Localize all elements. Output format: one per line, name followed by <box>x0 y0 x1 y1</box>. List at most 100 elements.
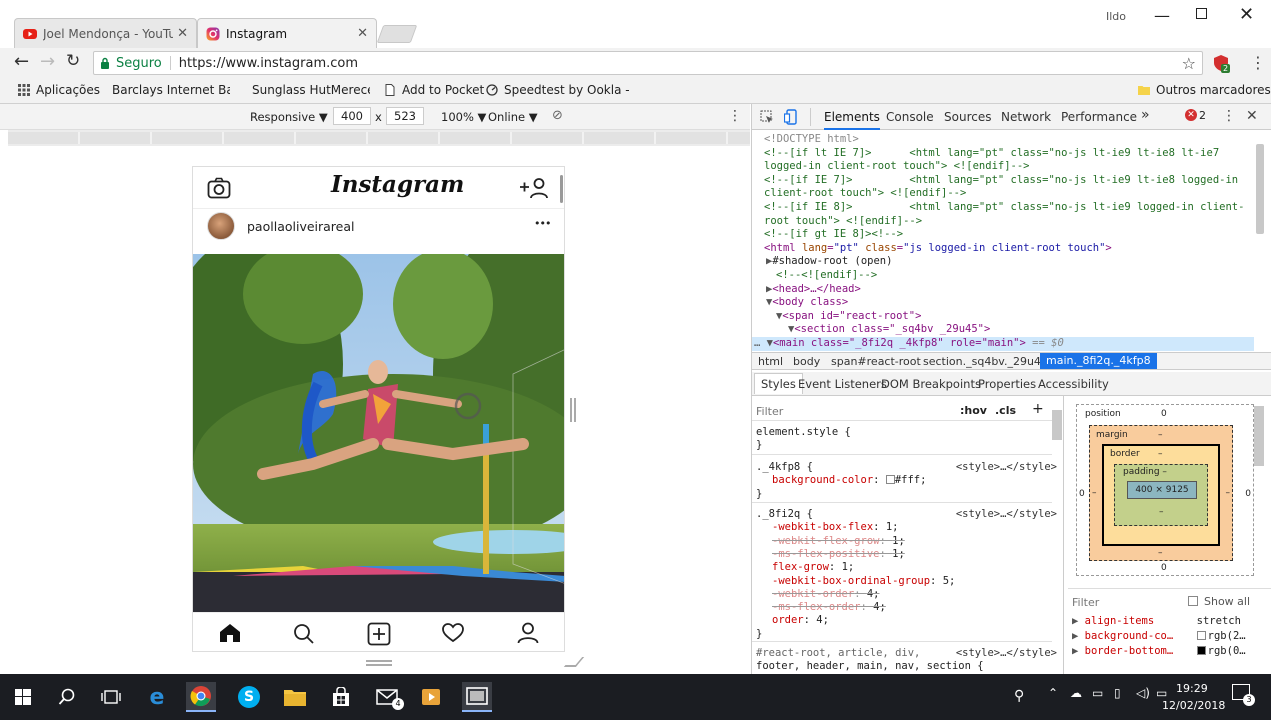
windows-start-icon[interactable] <box>8 682 38 712</box>
reload-icon[interactable]: ↻ <box>66 51 80 71</box>
volume-icon[interactable]: ◁) <box>1136 686 1150 700</box>
people-icon[interactable]: ⚲ <box>1014 688 1024 704</box>
resize-handle-bottom[interactable] <box>366 660 392 666</box>
screen-recorder-icon[interactable] <box>462 682 492 712</box>
margin-value[interactable]: – <box>1158 430 1163 440</box>
chrome-menu-icon[interactable]: ⋮ <box>1250 53 1266 72</box>
post-more-icon[interactable]: ••• <box>534 217 551 230</box>
style-property[interactable]: -ms-flex-positive: 1; <box>772 548 905 561</box>
onedrive-icon[interactable]: ☁ <box>1070 686 1082 700</box>
dom-span[interactable]: ▼<span id="react-root"> <box>776 310 921 324</box>
tab-sources[interactable]: Sources <box>944 110 991 124</box>
device-width-input[interactable]: 400 <box>333 107 371 125</box>
tab-accessibility[interactable]: Accessibility <box>1038 377 1109 391</box>
store-icon[interactable] <box>326 682 356 712</box>
dom-scrollbar[interactable] <box>1256 144 1264 234</box>
dom-main-selected[interactable]: … ▼<main class="_8fi2q _4kfp8" role="mai… <box>754 337 1064 351</box>
keyboard-icon[interactable]: ▭ <box>1156 686 1167 700</box>
scrollbar-thumb[interactable] <box>560 175 563 203</box>
style-property[interactable]: order: 4; <box>772 614 829 627</box>
style-property[interactable]: -webkit-box-ordinal-group: 5; <box>772 575 955 588</box>
breadcrumb-item[interactable]: section._sq4bv._29u45 <box>923 355 1048 368</box>
bookmark-apps[interactable]: Aplicações <box>18 83 100 97</box>
rotate-icon[interactable]: ⊘ <box>552 108 563 123</box>
profile-label[interactable]: Ildo <box>1106 10 1126 23</box>
tab-elements[interactable]: Elements <box>824 110 880 130</box>
style-source-link[interactable]: <style>…</style> <box>956 508 1057 520</box>
new-tab-button[interactable] <box>376 25 418 43</box>
dom-body[interactable]: ▼<body class> <box>766 296 848 310</box>
tab-event-listeners[interactable]: Event Listeners <box>798 377 887 391</box>
style-source-link[interactable]: <style>…</style> <box>956 647 1057 659</box>
back-icon[interactable]: ← <box>14 51 29 72</box>
chrome-icon[interactable] <box>186 682 216 712</box>
edge-browser-icon[interactable]: e <box>142 682 172 712</box>
bookmark-speedtest[interactable]: Speedtest by Ookla - <box>486 83 630 97</box>
media-player-icon[interactable] <box>416 682 446 712</box>
instagram-page[interactable]: Instagram paollaoliveirareal ••• <box>192 166 565 652</box>
tab-properties[interactable]: Properties <box>978 377 1036 391</box>
tab-youtube[interactable]: Joel Mendonça - YouTub ✕ <box>14 18 197 48</box>
device-height-input[interactable]: 523 <box>386 107 424 125</box>
margin-left[interactable]: – <box>1092 488 1097 498</box>
inspect-element-icon[interactable] <box>760 110 774 124</box>
style-property[interactable]: -ms-flex-order: 4; <box>772 601 886 614</box>
breadcrumb-item-selected[interactable]: main._8fi2q._4kfp8 <box>1040 353 1157 369</box>
bookmark-pocket[interactable]: Add to Pocket <box>384 83 484 97</box>
bookmark-barclays[interactable]: Barclays Internet Ban <box>106 83 230 97</box>
style-source-link[interactable]: <style>…</style> <box>956 461 1057 473</box>
dom-line[interactable]: <!--[if IE 8]> <html lang="pt" class="no… <box>764 201 1244 215</box>
profile-icon[interactable] <box>517 622 539 644</box>
dom-line[interactable]: <!--[if IE 7]> <html lang="pt" class="no… <box>764 174 1238 188</box>
styles-scrollbar[interactable] <box>1052 410 1062 440</box>
style-property[interactable]: flex-grow: 1; <box>772 561 854 574</box>
add-user-icon[interactable] <box>519 177 551 199</box>
style-property[interactable]: background-color: #fff; <box>772 474 926 487</box>
network-icon[interactable]: ▭ <box>1092 686 1103 700</box>
style-property[interactable]: -webkit-order: 4; <box>772 588 880 601</box>
device-menu-icon[interactable]: ⋮ <box>728 108 742 124</box>
position-left[interactable]: 0 <box>1079 489 1085 499</box>
bookmark-sunglass-hut[interactable]: Sunglass HutMereces <box>246 83 370 97</box>
hover-state-toggle[interactable]: :hov <box>960 404 987 417</box>
forward-icon[interactable]: → <box>40 51 55 72</box>
margin-right[interactable]: – <box>1226 488 1231 498</box>
dom-section[interactable]: ▼<section class="_sq4bv _29u45"> <box>788 323 990 337</box>
style-rule-4kfp8[interactable]: ._4kfp8 { <box>756 461 813 474</box>
color-swatch[interactable] <box>885 475 895 485</box>
minimize-icon[interactable]: — <box>1154 6 1170 25</box>
error-icon[interactable]: ✕ <box>1185 109 1197 121</box>
tab-network[interactable]: Network <box>1001 110 1051 124</box>
close-window-icon[interactable]: ✕ <box>1239 4 1254 25</box>
new-post-icon[interactable] <box>367 622 391 646</box>
search-icon[interactable] <box>293 623 315 645</box>
breadcrumb-item[interactable]: html <box>758 355 783 368</box>
mail-icon[interactable]: 4 <box>372 682 404 712</box>
dom-line[interactable]: <!DOCTYPE html> <box>764 133 859 147</box>
task-view-icon[interactable] <box>96 682 126 712</box>
maximize-icon[interactable] <box>1196 8 1207 19</box>
tab-instagram[interactable]: Instagram ✕ <box>197 18 377 48</box>
heart-icon[interactable] <box>442 623 464 643</box>
close-tab-icon[interactable]: ✕ <box>177 26 188 41</box>
dom-line[interactable]: <!--<![endif]--> <box>776 269 877 283</box>
dom-line[interactable]: <!--[if gt IE 8]><!--> <box>764 228 903 242</box>
style-property[interactable]: -webkit-flex-grow: 1; <box>772 535 905 548</box>
camera-icon[interactable] <box>207 177 231 199</box>
other-bookmarks[interactable]: Outros marcadores <box>1138 83 1271 97</box>
show-hidden-icons[interactable]: ⌃ <box>1048 686 1058 700</box>
clock-time[interactable]: 19:29 <box>1176 682 1208 695</box>
dom-head[interactable]: ▶<head>…</head> <box>766 283 861 297</box>
avatar[interactable] <box>207 212 235 240</box>
style-property[interactable]: -webkit-box-flex: 1; <box>772 521 898 534</box>
border-value[interactable]: – <box>1158 449 1163 459</box>
computed-property[interactable]: ▶ background-co… rgb(2… <box>1072 630 1268 642</box>
computed-property[interactable]: ▶ align-items stretch <box>1072 615 1268 627</box>
close-tab-icon[interactable]: ✕ <box>357 26 368 41</box>
computed-filter-input[interactable]: Filter <box>1072 596 1099 609</box>
device-toolbar-toggle-icon[interactable] <box>784 109 798 125</box>
post-photo[interactable] <box>193 254 565 612</box>
breadcrumb-item[interactable]: body <box>793 355 820 368</box>
tab-performance[interactable]: Performance <box>1061 110 1137 124</box>
devtools-close-icon[interactable]: ✕ <box>1246 108 1258 124</box>
